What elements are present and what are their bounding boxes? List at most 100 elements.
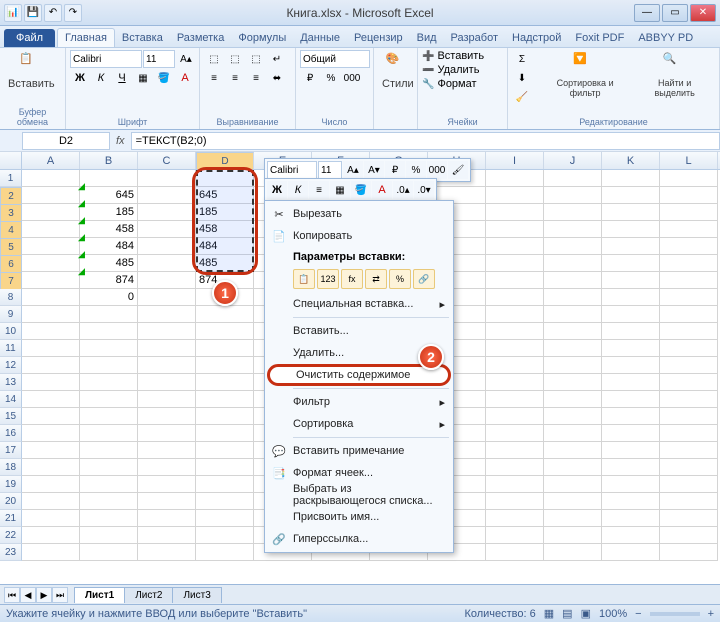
- bold-icon[interactable]: Ж: [70, 69, 90, 87]
- cell[interactable]: [660, 442, 718, 459]
- paste-transpose-icon[interactable]: ⇄: [365, 269, 387, 289]
- view-layout-icon[interactable]: ▤: [562, 607, 572, 620]
- ctx-insert[interactable]: Вставить...: [267, 320, 451, 342]
- cell[interactable]: [602, 425, 660, 442]
- paste-formulas-icon[interactable]: fx: [341, 269, 363, 289]
- col-header[interactable]: C: [138, 152, 196, 169]
- row-header[interactable]: 1: [0, 170, 22, 187]
- cell[interactable]: [196, 391, 254, 408]
- comma-icon[interactable]: 000: [342, 69, 362, 87]
- ctx-filter[interactable]: Фильтр▸: [267, 391, 451, 413]
- row-header[interactable]: 18: [0, 459, 22, 476]
- find-select-button[interactable]: 🔍Найти и выделить: [634, 50, 715, 100]
- cell[interactable]: [138, 340, 196, 357]
- cell[interactable]: [660, 238, 718, 255]
- cell[interactable]: [602, 510, 660, 527]
- cell[interactable]: [602, 221, 660, 238]
- tab-developer[interactable]: Разработ: [444, 29, 505, 47]
- cell[interactable]: [196, 374, 254, 391]
- tab-view[interactable]: Вид: [410, 29, 444, 47]
- cell[interactable]: [196, 170, 254, 187]
- cell[interactable]: [80, 357, 138, 374]
- cell[interactable]: [486, 221, 544, 238]
- zoom-in-icon[interactable]: +: [708, 608, 714, 620]
- cell[interactable]: [80, 408, 138, 425]
- row-header[interactable]: 6: [0, 255, 22, 273]
- cell[interactable]: [196, 408, 254, 425]
- cell[interactable]: [80, 391, 138, 408]
- cell[interactable]: [486, 187, 544, 204]
- ctx-copy[interactable]: 📄Копировать: [267, 225, 451, 247]
- cell[interactable]: [544, 527, 602, 544]
- fill-color-icon[interactable]: 🪣: [154, 69, 174, 87]
- cell[interactable]: [660, 340, 718, 357]
- mini-fill-icon[interactable]: 🪣: [351, 181, 371, 199]
- mini-fontcolor-icon[interactable]: A: [372, 181, 392, 199]
- cell[interactable]: [22, 323, 80, 340]
- zoom-level[interactable]: 100%: [599, 608, 627, 620]
- cell[interactable]: [80, 510, 138, 527]
- cell[interactable]: [486, 306, 544, 323]
- cells-format-button[interactable]: 🔧Формат: [422, 78, 477, 90]
- cell[interactable]: [660, 391, 718, 408]
- cell[interactable]: [602, 323, 660, 340]
- col-header[interactable]: I: [486, 152, 544, 169]
- row-header[interactable]: 2: [0, 187, 22, 205]
- cell[interactable]: 645: [80, 187, 138, 204]
- cell[interactable]: [196, 459, 254, 476]
- mini-paint-icon[interactable]: 🖌: [448, 161, 468, 179]
- row-header[interactable]: 11: [0, 340, 22, 357]
- cell[interactable]: [544, 306, 602, 323]
- undo-icon[interactable]: ↶: [44, 4, 62, 22]
- cell[interactable]: [486, 510, 544, 527]
- cell[interactable]: [602, 459, 660, 476]
- cell[interactable]: [22, 493, 80, 510]
- cell[interactable]: [22, 459, 80, 476]
- align-bot-icon[interactable]: ⬚: [246, 50, 266, 68]
- paste-button[interactable]: 📋Вставить: [4, 50, 59, 92]
- currency-icon[interactable]: ₽: [300, 69, 320, 87]
- cell[interactable]: [486, 493, 544, 510]
- cell[interactable]: [22, 272, 80, 289]
- cell[interactable]: [544, 476, 602, 493]
- cell[interactable]: [22, 476, 80, 493]
- row-header[interactable]: 7: [0, 272, 22, 290]
- cell[interactable]: 484: [80, 238, 138, 255]
- cell[interactable]: [660, 544, 718, 561]
- cell[interactable]: [22, 510, 80, 527]
- tab-nav-next-icon[interactable]: ▶: [36, 587, 52, 603]
- cell[interactable]: [602, 204, 660, 221]
- cell[interactable]: [660, 408, 718, 425]
- align-right-icon[interactable]: ≡: [246, 69, 266, 87]
- cell[interactable]: [660, 357, 718, 374]
- cell[interactable]: [80, 374, 138, 391]
- cell[interactable]: [602, 374, 660, 391]
- mini-grow-icon[interactable]: A▴: [343, 161, 363, 179]
- tab-nav-first-icon[interactable]: ⏮: [4, 587, 20, 603]
- row-header[interactable]: 14: [0, 391, 22, 408]
- ctx-cut[interactable]: ✂Вырезать: [267, 203, 451, 225]
- cell[interactable]: [602, 408, 660, 425]
- file-tab[interactable]: Файл: [4, 29, 55, 47]
- cell[interactable]: [660, 493, 718, 510]
- cell[interactable]: [138, 527, 196, 544]
- cell[interactable]: [196, 323, 254, 340]
- styles-button[interactable]: 🎨Стили: [378, 50, 418, 92]
- cell[interactable]: [138, 493, 196, 510]
- align-mid-icon[interactable]: ⬚: [225, 50, 245, 68]
- italic-icon[interactable]: К: [91, 69, 111, 87]
- mini-percent-icon[interactable]: %: [406, 161, 426, 179]
- cell[interactable]: [660, 510, 718, 527]
- cell[interactable]: [544, 204, 602, 221]
- col-header[interactable]: L: [660, 152, 718, 169]
- cell[interactable]: [80, 170, 138, 187]
- ctx-dropdown[interactable]: Выбрать из раскрывающегося списка...: [267, 484, 451, 506]
- tab-review[interactable]: Рецензир: [347, 29, 410, 47]
- cell[interactable]: [486, 391, 544, 408]
- cell[interactable]: [544, 221, 602, 238]
- cell[interactable]: [486, 374, 544, 391]
- cell[interactable]: [602, 527, 660, 544]
- cell[interactable]: [544, 323, 602, 340]
- cell[interactable]: [138, 204, 196, 221]
- cell[interactable]: [602, 493, 660, 510]
